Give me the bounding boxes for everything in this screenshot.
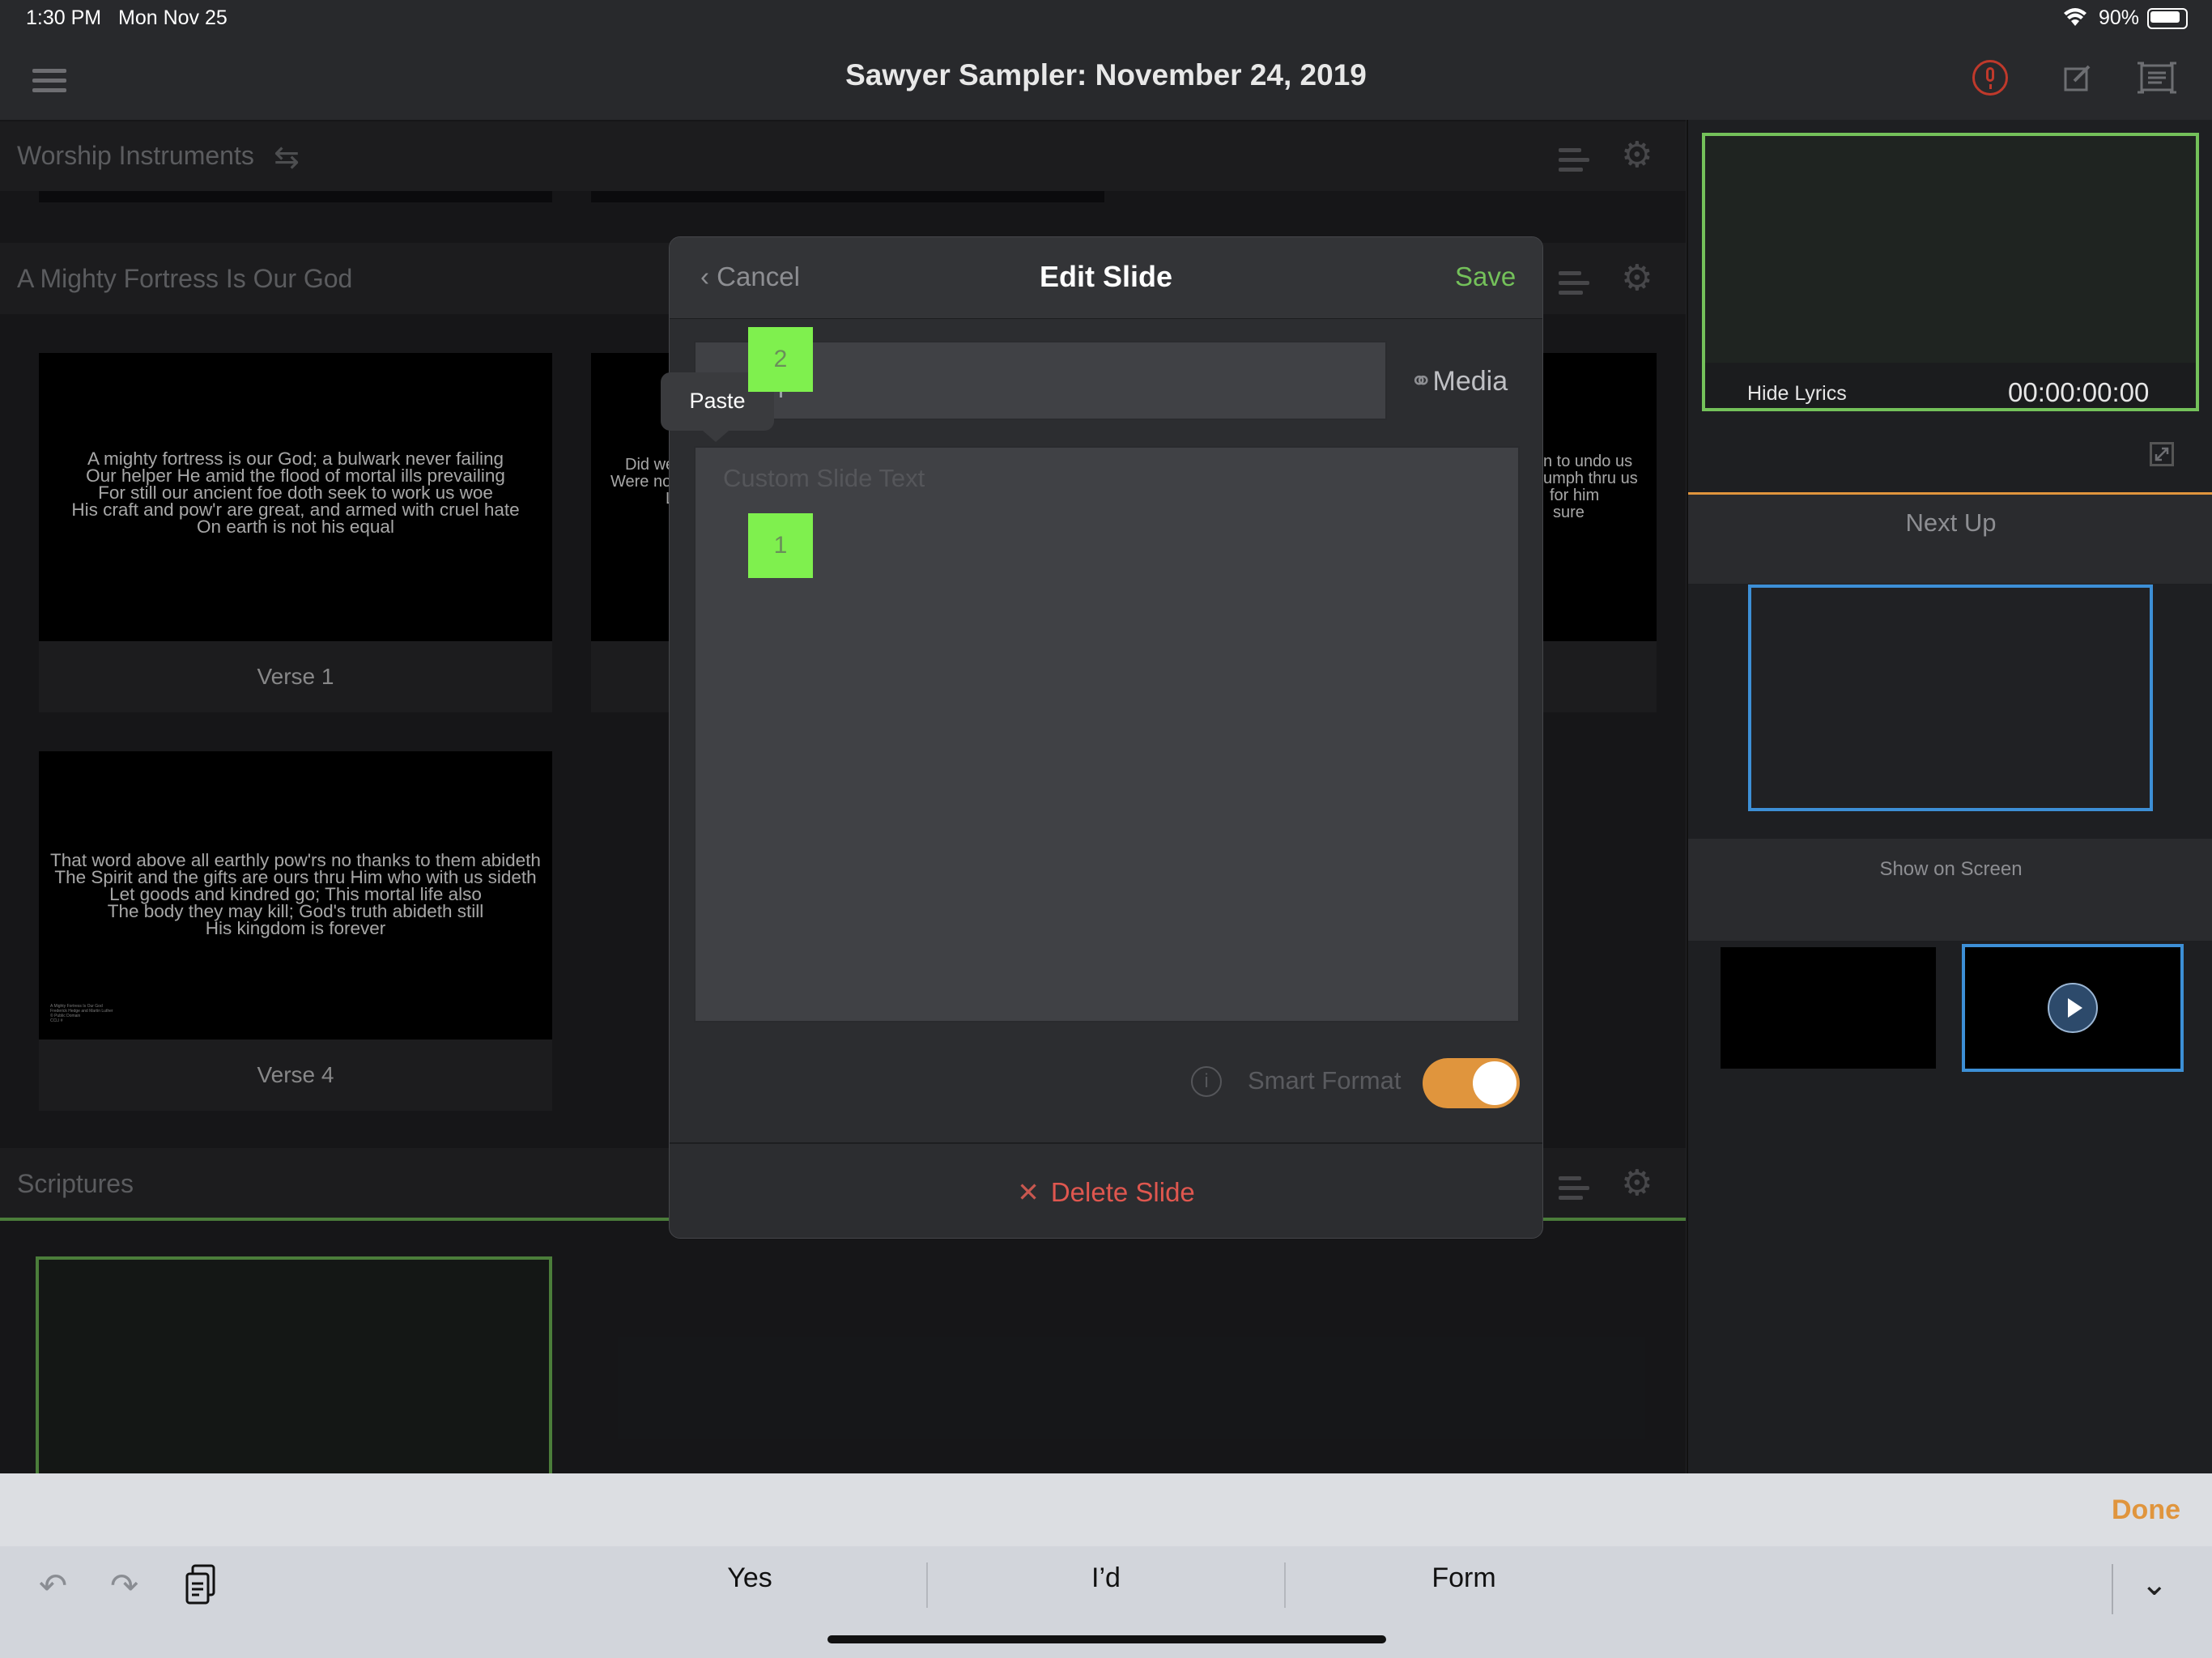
suggestion-1[interactable]: Yes: [572, 1562, 928, 1594]
text-placeholder: Custom Slide Text: [723, 464, 925, 492]
expand-icon[interactable]: [2150, 442, 2174, 466]
delete-slide-button[interactable]: ✕ Delete Slide: [670, 1176, 1542, 1208]
custom-slide-text-area[interactable]: Custom Slide Text: [694, 446, 1520, 1022]
play-icon[interactable]: [2048, 983, 2098, 1033]
next-up-slide[interactable]: [1748, 585, 2153, 811]
top-bar: 1:30 PM Mon Nov 25 90% Sawyer Sampler: N…: [0, 0, 2212, 120]
timecode: 00:00:00:00: [2008, 377, 2150, 407]
home-indicator: [827, 1635, 1386, 1643]
screen-thumb-black[interactable]: [1721, 947, 1936, 1069]
paste-clipboard-icon[interactable]: [185, 1564, 217, 1605]
media-button[interactable]: ⚭Media: [1410, 365, 1508, 397]
next-up-label: Next Up: [1905, 508, 1997, 537]
present-icon[interactable]: [2138, 62, 2176, 94]
save-button[interactable]: Save: [1455, 261, 1516, 292]
marker-badge-1: 1: [748, 513, 813, 578]
show-on-screen-label: Show on Screen: [1879, 858, 2023, 880]
marker-badge-2: 2: [748, 327, 813, 392]
wifi-icon: [2063, 6, 2087, 28]
redo-icon[interactable]: ↷: [110, 1566, 138, 1605]
dialog-title: Edit Slide: [1039, 260, 1173, 293]
suggestion-3[interactable]: Form: [1286, 1562, 1642, 1594]
smart-format-toggle[interactable]: [1423, 1058, 1520, 1108]
status-date: Mon Nov 25: [118, 6, 228, 29]
screen-thumb-video[interactable]: [1962, 944, 2184, 1072]
battery-percent: 90%: [2099, 6, 2140, 29]
smart-format-label: Smart Format: [1248, 1066, 1402, 1095]
done-button[interactable]: Done: [2112, 1494, 2180, 1526]
link-icon: ⚭: [1410, 366, 1433, 397]
close-icon: ✕: [1017, 1177, 1040, 1207]
suggestion-2[interactable]: I’d: [928, 1562, 1284, 1594]
battery-icon: [2147, 8, 2188, 29]
info-icon[interactable]: i: [1191, 1066, 1222, 1097]
chevron-down-icon[interactable]: ⌄: [2141, 1566, 2168, 1603]
live-preview[interactable]: Hide Lyrics 00:00:00:00: [1702, 133, 2199, 411]
edit-icon[interactable]: [2063, 63, 2092, 92]
right-panel: Hide Lyrics 00:00:00:00 Next Up Show on …: [1687, 120, 2212, 1473]
undo-icon[interactable]: ↶: [39, 1566, 67, 1605]
paste-button[interactable]: Paste: [661, 389, 774, 414]
hide-lyrics-button[interactable]: Hide Lyrics: [1747, 382, 1847, 406]
status-time: 1:30 PM: [26, 6, 102, 29]
microphone-icon[interactable]: [1972, 60, 2008, 96]
page-title: Sawyer Sampler: November 24, 2019: [845, 58, 1367, 91]
dialog-header: ‹ Cancel Edit Slide Save: [670, 237, 1542, 319]
